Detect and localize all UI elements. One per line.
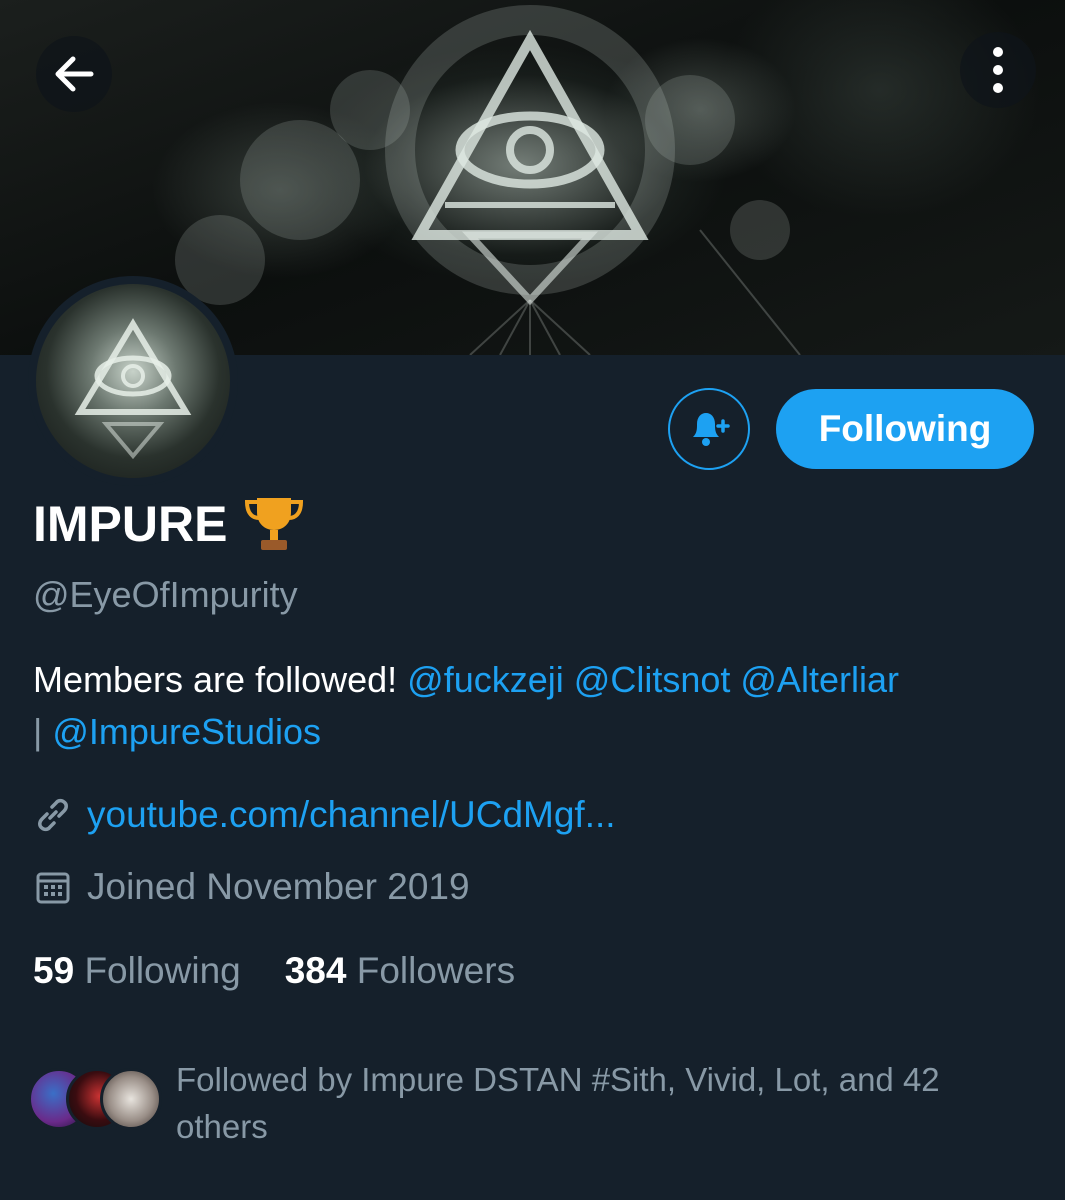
joined-date: Joined November 2019 — [87, 866, 470, 907]
display-name: IMPURE — [33, 494, 307, 554]
followers-stat[interactable]: 384 Followers — [285, 950, 515, 992]
bio-mention-fuckzeji[interactable]: @fuckzeji — [407, 659, 564, 700]
following-count: 59 — [33, 950, 75, 991]
website-row: youtube.com/channel/UCdMgf... — [33, 794, 616, 836]
follower-avatar — [100, 1068, 162, 1130]
display-name-text: IMPURE — [33, 496, 228, 552]
bio-mention-clitsnot[interactable]: @Clitsnot — [574, 659, 731, 700]
user-handle: @EyeOfImpurity — [33, 574, 298, 615]
avatar-image — [36, 284, 230, 478]
following-button[interactable]: Following — [776, 389, 1034, 469]
notifications-button[interactable] — [668, 388, 750, 470]
profile-avatar[interactable] — [28, 276, 238, 486]
trophy-badge — [241, 494, 307, 554]
followers-count: 384 — [284, 950, 347, 991]
profile-bio: Members are followed! @fuckzeji @Clitsno… — [33, 654, 1043, 758]
arrow-left-icon — [55, 56, 94, 92]
more-vertical-icon — [993, 47, 1003, 93]
bio-mention-impurestudios[interactable]: @ImpureStudios — [52, 711, 321, 752]
back-button[interactable] — [36, 36, 112, 112]
bio-text: Members are followed! — [33, 659, 398, 700]
bio-separator: | — [33, 711, 43, 752]
calendar-icon — [33, 867, 73, 907]
profile-stats: 59 Following 384 Followers — [33, 950, 559, 992]
followers-label: Followers — [356, 950, 516, 991]
link-icon — [33, 795, 73, 835]
bell-plus-icon — [693, 413, 730, 446]
website-link[interactable]: youtube.com/channel/UCdMgf... — [87, 794, 616, 836]
following-label: Following — [84, 950, 241, 991]
bio-mention-alterliar[interactable]: @Alterliar — [740, 659, 899, 700]
joined-row: Joined November 2019 — [33, 866, 470, 908]
followed-by-text: Followed by Impure DSTAN #Sith, Vivid, L… — [176, 1061, 940, 1145]
following-stat[interactable]: 59 Following — [33, 950, 241, 992]
more-options-button[interactable] — [960, 32, 1036, 108]
